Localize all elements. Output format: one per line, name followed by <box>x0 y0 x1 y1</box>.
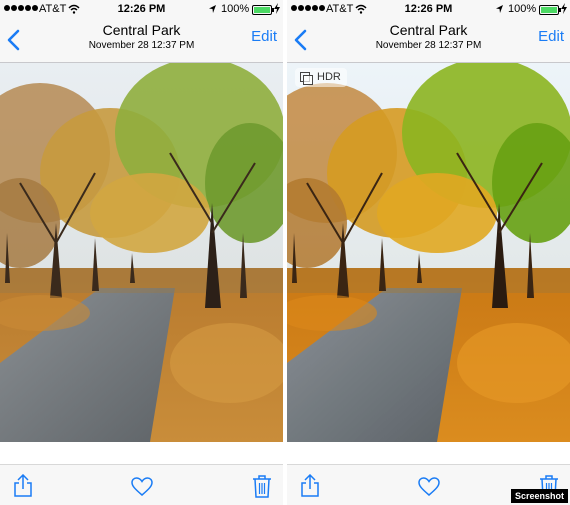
charging-bolt-icon <box>561 3 567 14</box>
photo-view-standard: AT&T 12:26 PM 100% Central Park November… <box>0 0 283 505</box>
photo-title: Central Park <box>389 22 468 38</box>
navigation-bar: Central Park November 28 12:37 PM Edit <box>287 20 570 62</box>
heart-icon[interactable] <box>131 477 153 496</box>
location-arrow-icon <box>496 5 503 13</box>
photo-date: November 28 12:37 PM <box>375 40 482 51</box>
location-arrow-icon <box>209 5 216 13</box>
battery-percent: 100% <box>508 3 537 15</box>
spacer <box>287 442 570 464</box>
share-icon[interactable] <box>300 474 320 498</box>
spacer <box>0 442 283 464</box>
navigation-bar: Central Park November 28 12:37 PM Edit <box>0 20 283 62</box>
photo-view-hdr: AT&T 12:26 PM 100% Central Park November… <box>287 0 570 505</box>
edit-button[interactable]: Edit <box>251 28 277 45</box>
trash-icon[interactable] <box>252 474 272 498</box>
watermark-label: Screenshot <box>510 489 568 503</box>
battery-icon <box>539 5 561 15</box>
charging-bolt-icon <box>274 3 280 14</box>
edit-button[interactable]: Edit <box>538 28 564 45</box>
battery-icon <box>252 5 274 15</box>
photo-title: Central Park <box>102 22 181 38</box>
photo-image[interactable] <box>287 63 570 442</box>
status-bar: AT&T 12:26 PM 100% <box>287 0 570 20</box>
share-icon[interactable] <box>13 474 33 498</box>
photo-image[interactable] <box>0 63 283 442</box>
hdr-label: HDR <box>317 71 341 83</box>
photo-date: November 28 12:37 PM <box>88 40 195 51</box>
heart-icon[interactable] <box>418 477 440 496</box>
status-bar: AT&T 12:26 PM 100% <box>0 0 283 20</box>
battery-percent: 100% <box>221 3 250 15</box>
hdr-badge: HDR <box>295 68 347 87</box>
bottom-toolbar <box>0 464 283 505</box>
